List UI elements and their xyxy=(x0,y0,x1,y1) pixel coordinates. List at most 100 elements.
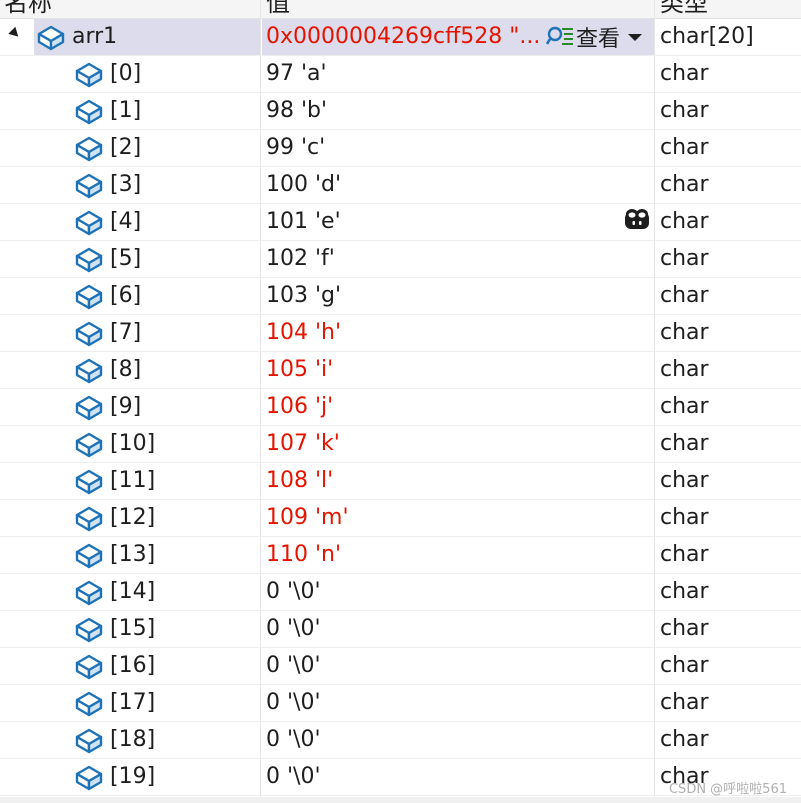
column-header-name[interactable]: 名称 xyxy=(4,0,254,18)
watch-row[interactable]: [4] 101 'e' char xyxy=(0,204,801,241)
element-type: char xyxy=(660,727,709,752)
element-type: char xyxy=(660,505,709,530)
array-elements: [0] 97 'a' char [1] 98 'b' char [2] 99 'c' char[… xyxy=(0,56,801,796)
watch-row[interactable]: [1] 98 'b' char xyxy=(0,93,801,130)
element-type: char xyxy=(660,653,709,678)
element-value[interactable]: 110 'n' xyxy=(266,537,341,573)
element-value[interactable]: 0 '\0' xyxy=(266,759,321,795)
variable-object-icon xyxy=(75,173,103,199)
element-type: char xyxy=(660,542,709,567)
variable-object-icon xyxy=(75,580,103,606)
variable-object-icon xyxy=(75,506,103,532)
element-value[interactable]: 0 '\0' xyxy=(266,574,321,610)
variable-object-icon xyxy=(75,136,103,162)
element-value[interactable]: 108 'l' xyxy=(266,463,333,499)
variable-object-icon xyxy=(75,99,103,125)
variable-object-icon xyxy=(75,62,103,88)
element-value[interactable]: 105 'i' xyxy=(266,352,333,388)
element-type: char xyxy=(660,320,709,345)
element-value[interactable]: 100 'd' xyxy=(266,167,341,203)
element-value[interactable]: 104 'h' xyxy=(266,315,341,351)
variable-object-icon xyxy=(75,543,103,569)
watch-row[interactable]: [10] 107 'k' char xyxy=(0,426,801,463)
element-type: char xyxy=(660,209,709,234)
variable-object-icon xyxy=(75,358,103,384)
watch-row[interactable]: [6] 103 'g' char xyxy=(0,278,801,315)
element-value[interactable]: 0 '\0' xyxy=(266,611,321,647)
element-value[interactable]: 97 'a' xyxy=(266,56,327,92)
watch-row[interactable]: [14] 0 '\0' char xyxy=(0,574,801,611)
element-value[interactable]: 98 'b' xyxy=(266,93,327,129)
element-value[interactable]: 0 '\0' xyxy=(266,685,321,721)
watch-row-arr1[interactable]: arr1 0x0000004269cff528 "... 查看 char[20] xyxy=(0,19,801,56)
variable-object-icon xyxy=(75,284,103,310)
watch-window: 名称 值 类型 arr1 0x0000004269cff528 "... 查看 … xyxy=(0,0,801,803)
element-index: [4] xyxy=(110,209,142,234)
element-index: [10] xyxy=(110,431,156,456)
element-index: [1] xyxy=(110,98,142,123)
element-type: char xyxy=(660,431,709,456)
element-type: char xyxy=(660,690,709,715)
element-value[interactable]: 101 'e' xyxy=(266,204,341,240)
element-index: [8] xyxy=(110,357,142,382)
watch-row[interactable]: [9] 106 'j' char xyxy=(0,389,801,426)
element-value[interactable]: 0 '\0' xyxy=(266,722,321,758)
element-index: [14] xyxy=(110,579,156,604)
watch-row[interactable]: [11] 108 'l' char xyxy=(0,463,801,500)
watch-row[interactable]: [0] 97 'a' char xyxy=(0,56,801,93)
element-value[interactable]: 0 '\0' xyxy=(266,648,321,684)
element-type: char xyxy=(660,468,709,493)
element-index: [17] xyxy=(110,690,156,715)
watch-row[interactable]: [17] 0 '\0' char xyxy=(0,685,801,722)
element-type: char xyxy=(660,98,709,123)
variable-name: arr1 xyxy=(72,24,118,49)
element-index: [18] xyxy=(110,727,156,752)
element-type: char xyxy=(660,61,709,86)
element-index: [7] xyxy=(110,320,142,345)
element-index: [19] xyxy=(110,764,156,789)
element-value[interactable]: 103 'g' xyxy=(266,278,341,314)
watch-row[interactable]: [2] 99 'c' char xyxy=(0,130,801,167)
element-type: char xyxy=(660,616,709,641)
column-header-value[interactable]: 值 xyxy=(266,0,646,18)
watch-row[interactable]: [7] 104 'h' char xyxy=(0,315,801,352)
element-index: [12] xyxy=(110,505,156,530)
element-type: char xyxy=(660,135,709,160)
element-type: char xyxy=(660,283,709,308)
variable-object-icon xyxy=(75,210,103,236)
copilot-icon[interactable] xyxy=(622,206,652,232)
variable-value[interactable]: 0x0000004269cff528 "... xyxy=(266,19,540,55)
element-value[interactable]: 107 'k' xyxy=(266,426,340,462)
viewer-dropdown-icon[interactable] xyxy=(628,33,643,41)
watch-row[interactable]: [18] 0 '\0' char xyxy=(0,722,801,759)
element-index: [5] xyxy=(110,246,142,271)
element-value[interactable]: 106 'j' xyxy=(266,389,333,425)
watch-row[interactable]: [15] 0 '\0' char xyxy=(0,611,801,648)
watch-row[interactable]: [3] 100 'd' char xyxy=(0,167,801,204)
watch-rows: arr1 0x0000004269cff528 "... 查看 char[20]… xyxy=(0,19,801,796)
variable-type: char[20] xyxy=(660,24,754,49)
element-index: [16] xyxy=(110,653,156,678)
element-index: [15] xyxy=(110,616,156,641)
element-value[interactable]: 109 'm' xyxy=(266,500,349,536)
expander-expanded-icon[interactable] xyxy=(8,26,22,41)
variable-object-icon xyxy=(75,728,103,754)
element-value[interactable]: 99 'c' xyxy=(266,130,325,166)
variable-object-icon xyxy=(75,765,103,791)
variable-object-icon xyxy=(75,654,103,680)
text-visualizer-button[interactable]: 查看 xyxy=(546,21,643,53)
variable-object-icon xyxy=(75,432,103,458)
element-value[interactable]: 102 'f' xyxy=(266,241,335,277)
watch-row[interactable]: [13] 110 'n' char xyxy=(0,537,801,574)
watch-row[interactable]: [16] 0 '\0' char xyxy=(0,648,801,685)
variable-object-icon xyxy=(75,247,103,273)
watch-row[interactable]: [12] 109 'm' char xyxy=(0,500,801,537)
variable-object-icon xyxy=(37,25,65,51)
watch-row[interactable]: [8] 105 'i' char xyxy=(0,352,801,389)
watch-row[interactable]: [5] 102 'f' char xyxy=(0,241,801,278)
variable-object-icon xyxy=(75,395,103,421)
column-header: 名称 值 类型 xyxy=(0,0,801,19)
column-header-type[interactable]: 类型 xyxy=(660,0,800,18)
element-type: char xyxy=(660,357,709,382)
element-type: char xyxy=(660,172,709,197)
